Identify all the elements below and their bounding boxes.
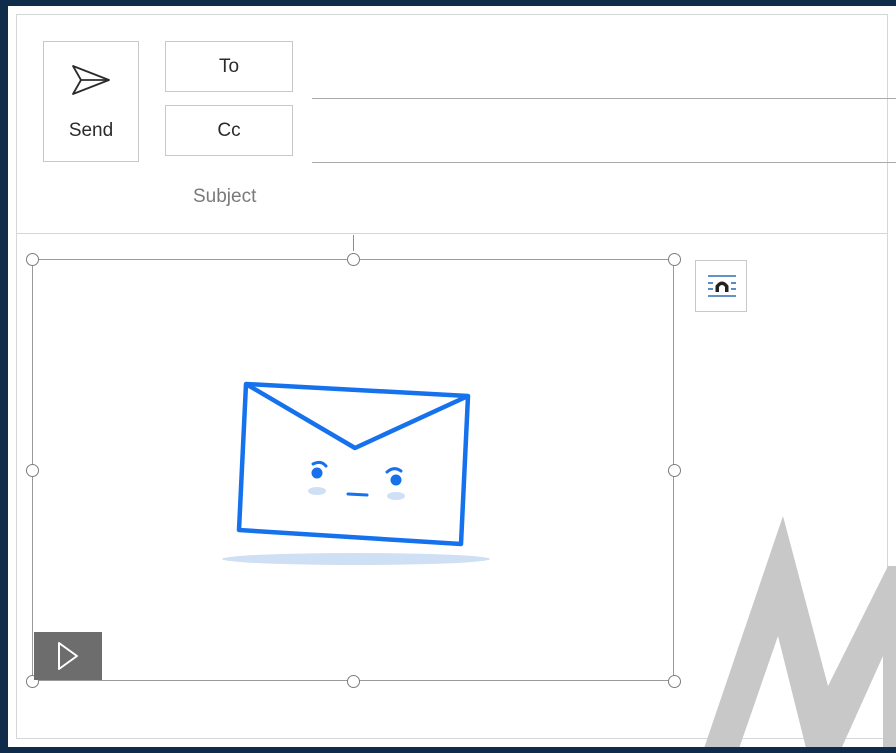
- resize-handle-top-left[interactable]: [26, 253, 39, 266]
- play-icon: [58, 642, 78, 670]
- subject-label: Subject: [193, 186, 257, 207]
- subject-field[interactable]: [312, 178, 896, 222]
- send-label: Send: [68, 120, 114, 141]
- play-button[interactable]: [34, 632, 102, 680]
- cc-button[interactable]: Cc: [165, 105, 293, 156]
- resize-handle-top-right[interactable]: [668, 253, 681, 266]
- envelope-mascot: [222, 381, 490, 565]
- to-field[interactable]: [312, 98, 896, 99]
- paper-plane-icon: [72, 65, 110, 95]
- mail-compose-window: Send To Cc Subject: [8, 6, 896, 747]
- resize-handle-middle-left[interactable]: [26, 464, 39, 477]
- layout-options-button[interactable]: [695, 260, 747, 312]
- resize-handle-middle-right[interactable]: [668, 464, 681, 477]
- cc-field[interactable]: [312, 162, 896, 163]
- resize-handle-top-center[interactable]: [347, 253, 360, 266]
- resize-handle-bottom-right[interactable]: [668, 675, 681, 688]
- to-button[interactable]: To: [165, 41, 293, 92]
- layout-options-icon: [708, 275, 736, 297]
- resize-handle-bottom-center[interactable]: [347, 675, 360, 688]
- rotate-handle-stem: [353, 235, 354, 251]
- send-button[interactable]: Send: [43, 41, 139, 162]
- header-body-divider: [16, 233, 888, 234]
